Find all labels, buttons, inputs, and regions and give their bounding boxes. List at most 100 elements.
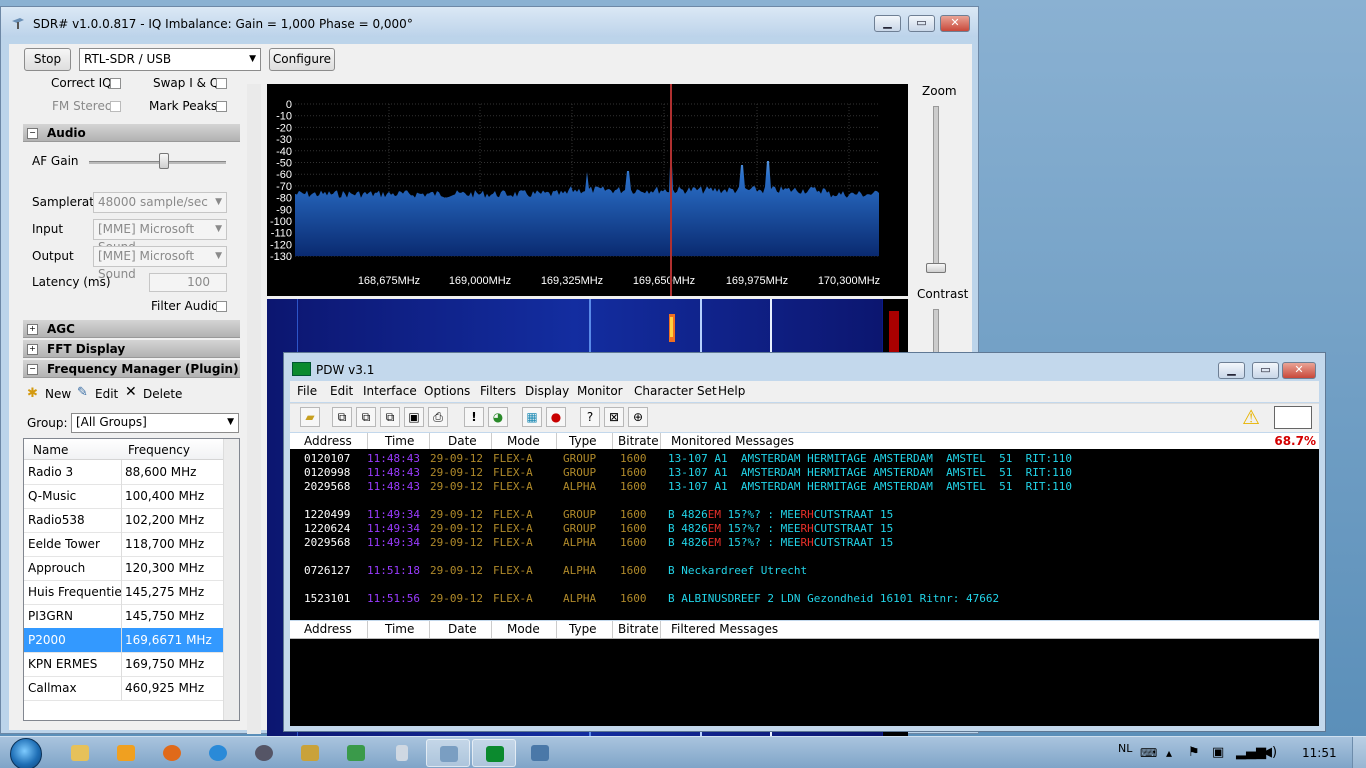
color-wheel-icon[interactable]: ◕ (488, 407, 508, 427)
swap-iq-checkbox[interactable] (216, 78, 227, 89)
menu-help[interactable]: Help (718, 384, 745, 398)
taskbar-outlook[interactable] (104, 739, 148, 767)
frequency-row[interactable]: Approuch 120,300 MHz (24, 556, 224, 581)
pdw-close-button[interactable]: ✕ (1282, 362, 1316, 379)
window-icon[interactable]: ▣ (404, 407, 424, 427)
samplerate-select[interactable]: 48000 sample/sec ▼ (93, 192, 227, 213)
message-row[interactable]: 2029568 11:48:43 29-09-12 FLEX-A ALPHA 1600 13… (290, 480, 1319, 494)
close-button[interactable]: ✕ (940, 15, 970, 32)
message-row[interactable]: 0120107 11:48:43 29-09-12 FLEX-A GROUP 1600 13… (290, 452, 1319, 466)
menu-options[interactable]: Options (424, 384, 470, 398)
menu-edit[interactable]: Edit (330, 384, 353, 398)
zoom-slider[interactable] (926, 263, 946, 273)
tray-arrow-icon[interactable]: ▴ (1166, 746, 1172, 760)
agc-section-header[interactable]: + AGC (23, 320, 240, 338)
frequency-row[interactable]: KPN ERMES 169,750 MHz (24, 652, 224, 677)
maximize-button[interactable]: ▭ (908, 15, 935, 32)
delete-button[interactable]: ✕ Delete (125, 384, 185, 404)
taskbar-app6[interactable] (288, 739, 332, 767)
af-gain-track[interactable] (89, 161, 226, 164)
frequency-row[interactable]: Eelde Tower 118,700 MHz (24, 532, 224, 557)
filter-audio-checkbox[interactable] (216, 301, 227, 312)
configure-button[interactable]: Configure (269, 48, 335, 71)
sdr-titlebar[interactable]: SDR# v1.0.0.817 - IQ Imbalance: Gain = 1… (1, 7, 978, 37)
frequency-row[interactable]: Huis Frequentie 145,275 MHz (24, 580, 224, 605)
menu-file[interactable]: File (297, 384, 317, 398)
input-select[interactable]: [MME] Microsoft Sound▼ (93, 219, 227, 254)
pdw-maximize-button[interactable]: ▭ (1252, 362, 1279, 379)
pdw-titlebar[interactable]: PDW v3.1 ▁ ▭ ✕ (284, 353, 1325, 383)
message-row[interactable]: 0726127 11:51:18 29-09-12 FLEX-A ALPHA 1600 B … (290, 564, 1319, 578)
col-name[interactable]: Name (33, 443, 68, 457)
taskbar-firefox[interactable] (150, 739, 194, 767)
audio-section-header[interactable]: − Audio (23, 124, 240, 142)
pdw-minimize-button[interactable]: ▁ (1218, 362, 1245, 379)
source-select[interactable]: RTL-SDR / USB ▼ (79, 48, 261, 71)
flag-icon[interactable]: ⚑ (1188, 745, 1200, 760)
message-row[interactable]: 1523101 11:51:56 29-09-12 FLEX-A ALPHA 1600 B … (290, 592, 1319, 606)
alert-icon[interactable]: ! (464, 407, 484, 427)
menu-interface[interactable]: Interface (363, 384, 417, 398)
contrast-label: Contrast (917, 287, 969, 301)
message-row[interactable]: 2029568 11:49:34 29-09-12 FLEX-A ALPHA 1600 B … (290, 536, 1319, 550)
taskbar-explorer[interactable] (58, 739, 102, 767)
exit-icon[interactable]: ⊠ (604, 407, 624, 427)
message-row[interactable]: 1220624 11:49:34 29-09-12 FLEX-A GROUP 1600 B … (290, 522, 1319, 536)
copy2-icon[interactable]: ⧉ (356, 407, 376, 427)
group-select[interactable]: [All Groups] ▼ (71, 413, 239, 433)
clock[interactable]: 11:51 (1302, 746, 1337, 760)
panel-scrollbar[interactable] (247, 84, 261, 734)
open-folder-icon[interactable]: ▰ (300, 407, 320, 427)
menu-display[interactable]: Display (525, 384, 569, 398)
taskbar-ie[interactable] (196, 739, 240, 767)
taskbar-pdw[interactable] (472, 739, 516, 767)
frequency-row[interactable]: Q-Music 100,400 MHz (24, 484, 224, 509)
crosshair-icon[interactable]: ⊕ (628, 407, 648, 427)
col-frequency[interactable]: Frequency (128, 443, 190, 457)
print-icon[interactable]: ⎙ (428, 407, 448, 427)
frequency-row[interactable]: Callmax 460,925 MHz (24, 676, 224, 701)
taskbar-app5[interactable] (242, 739, 286, 767)
menu-monitor[interactable]: Monitor (577, 384, 623, 398)
taskbar-app11[interactable] (518, 739, 562, 767)
taskbar-app7[interactable] (334, 739, 378, 767)
edit-button[interactable]: ✎ Edit (77, 384, 127, 404)
frequency-row[interactable]: Radio 3 88,600 MHz (24, 460, 224, 485)
grid-icon[interactable]: ▦ (522, 407, 542, 427)
fm-stereo-checkbox[interactable] (110, 101, 121, 112)
start-button[interactable] (6, 737, 46, 768)
frequency-row[interactable]: PI3GRN 145,750 MHz (24, 604, 224, 629)
zoom-track[interactable] (933, 106, 939, 273)
fft-section-header[interactable]: + FFT Display (23, 340, 240, 358)
language-indicator[interactable]: NL (1118, 742, 1132, 755)
af-gain-slider[interactable] (159, 153, 170, 169)
output-select[interactable]: [MME] Microsoft Sound ▼ (93, 246, 227, 281)
latency-stepper[interactable]: 100 (149, 273, 227, 292)
message-row[interactable]: 0120998 11:48:43 29-09-12 FLEX-A GROUP 1600 13… (290, 466, 1319, 480)
correct-iq-checkbox[interactable] (110, 78, 121, 89)
freqman-section-header[interactable]: − Frequency Manager (Plugin) (23, 360, 240, 378)
frequency-table-scrollbar[interactable] (223, 439, 239, 720)
frequency-row[interactable]: P2000 169,6671 MHz (24, 628, 224, 653)
menu-character-set[interactable]: Character Set (634, 384, 717, 398)
monitored-messages[interactable]: 0120107 11:48:43 29-09-12 FLEX-A GROUP 1600 13… (290, 449, 1319, 620)
keyboard-icon[interactable]: ⌨ (1140, 746, 1157, 760)
record-icon[interactable]: ● (546, 407, 566, 427)
device-icon[interactable]: ▣ (1212, 745, 1224, 760)
tuning-marker[interactable] (670, 84, 672, 296)
minimize-button[interactable]: ▁ (874, 15, 901, 32)
frequency-row[interactable]: Radio538 102,200 MHz (24, 508, 224, 533)
mark-peaks-checkbox[interactable] (216, 101, 227, 112)
stop-button[interactable]: Stop (24, 48, 71, 71)
volume-icon[interactable]: ◀) (1262, 745, 1277, 760)
copy-icon[interactable]: ⧉ (332, 407, 352, 427)
taskbar-app8[interactable] (380, 739, 424, 767)
menu-filters[interactable]: Filters (480, 384, 516, 398)
show-desktop-button[interactable] (1352, 737, 1366, 768)
spectrum-display[interactable]: 0 -10 -20 -30 -40 -50 -60 -70 -80 -90 -100 -110 -120… (267, 84, 908, 296)
message-row[interactable]: 1220499 11:49:34 29-09-12 FLEX-A GROUP 1600 B … (290, 508, 1319, 522)
taskbar-sdrsharp[interactable] (426, 739, 470, 767)
help-icon[interactable]: ? (580, 407, 600, 427)
filtered-messages[interactable] (290, 639, 1319, 726)
copy3-icon[interactable]: ⧉ (380, 407, 400, 427)
